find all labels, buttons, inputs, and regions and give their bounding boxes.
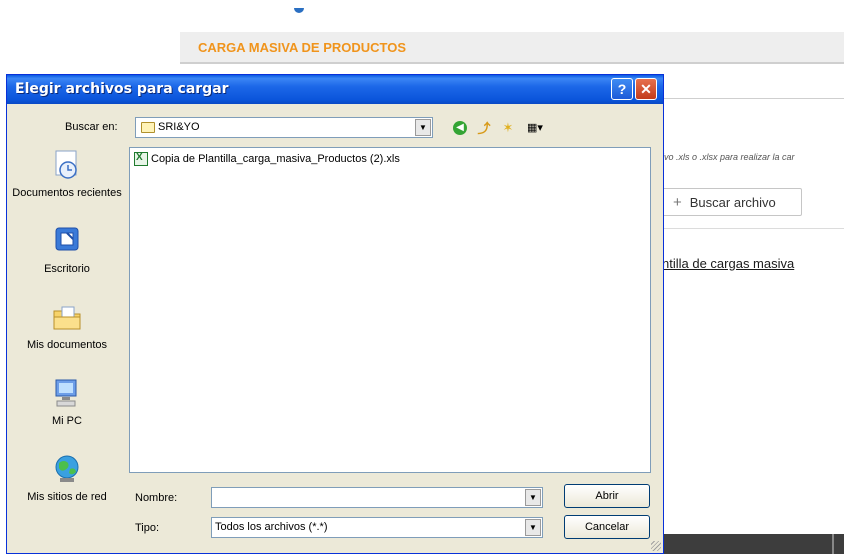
place-label: Mis documentos	[26, 339, 108, 351]
dialog-title: Elegir archivos para cargar	[15, 81, 229, 97]
place-label: Documentos recientes	[12, 187, 122, 199]
look-in-label: Buscar en:	[65, 121, 118, 133]
back-icon[interactable]: ◀	[451, 119, 469, 136]
divider	[650, 228, 844, 229]
desktop-icon	[55, 227, 79, 251]
new-folder-icon[interactable]: ✶	[499, 119, 517, 136]
close-button[interactable]: ✕	[635, 78, 657, 100]
places-bar: Documentos recientes Escritorio Mis docu…	[7, 141, 127, 551]
search-file-button[interactable]: + Buscar archivo	[662, 188, 802, 216]
page-footer	[650, 534, 844, 554]
plus-icon: +	[673, 193, 682, 211]
up-folder-icon[interactable]: ⤴	[475, 119, 493, 136]
file-type-dropdown[interactable]: Todos los archivos (*.*) ▼	[211, 517, 543, 538]
chevron-down-icon[interactable]: ▼	[525, 519, 541, 536]
dialog-titlebar[interactable]: Elegir archivos para cargar ? ✕	[7, 75, 663, 104]
template-link[interactable]: ntilla de cargas masiva	[662, 256, 794, 271]
place-recent-documents[interactable]: Documentos recientes	[7, 149, 127, 199]
my-computer-icon	[55, 379, 77, 407]
excel-file-icon	[134, 152, 148, 166]
divider	[650, 98, 844, 99]
network-places-icon	[55, 455, 79, 482]
cancel-button[interactable]: Cancelar	[564, 515, 650, 539]
chevron-down-icon[interactable]: ▼	[415, 119, 431, 136]
place-label: Mis sitios de red	[27, 491, 107, 503]
file-type-value: Todos los archivos (*.*)	[215, 521, 328, 533]
place-network[interactable]: Mis sitios de red	[7, 453, 127, 503]
my-documents-icon	[53, 306, 81, 330]
look-in-dropdown[interactable]: SRI&YO ▼	[135, 117, 433, 138]
file-item[interactable]: Copia de Plantilla_carga_masiva_Producto…	[134, 152, 400, 166]
folder-icon	[141, 122, 155, 133]
search-file-button-label: Buscar archivo	[689, 194, 776, 210]
help-button[interactable]: ?	[611, 78, 633, 100]
upload-hint: ivo .xls o .xlsx para realizar la car	[662, 152, 795, 162]
recent-documents-icon	[55, 150, 77, 179]
file-open-dialog: Elegir archivos para cargar ? ✕ Buscar e…	[6, 74, 664, 554]
place-label: Escritorio	[44, 263, 90, 275]
place-desktop[interactable]: Escritorio	[7, 225, 127, 275]
page-title: CARGA MASIVA DE PRODUCTOS	[198, 40, 407, 55]
open-button[interactable]: Abrir	[564, 484, 650, 508]
file-name-label: Nombre:	[135, 492, 178, 504]
place-label: Mi PC	[52, 415, 82, 427]
look-in-value: SRI&YO	[158, 121, 200, 133]
place-my-documents[interactable]: Mis documentos	[7, 301, 127, 351]
logo-mark	[294, 8, 304, 13]
place-my-computer[interactable]: Mi PC	[7, 377, 127, 427]
chevron-down-icon[interactable]: ▼	[525, 489, 541, 506]
file-name: Copia de Plantilla_carga_masiva_Producto…	[151, 153, 400, 165]
view-menu-icon[interactable]: ▦▾	[523, 119, 547, 136]
file-name-input[interactable]: ▼	[211, 487, 543, 508]
page-header: CARGA MASIVA DE PRODUCTOS	[180, 32, 844, 64]
file-list[interactable]: Copia de Plantilla_carga_masiva_Producto…	[129, 147, 651, 473]
resize-grip[interactable]	[651, 541, 661, 551]
file-type-label: Tipo:	[135, 522, 160, 534]
